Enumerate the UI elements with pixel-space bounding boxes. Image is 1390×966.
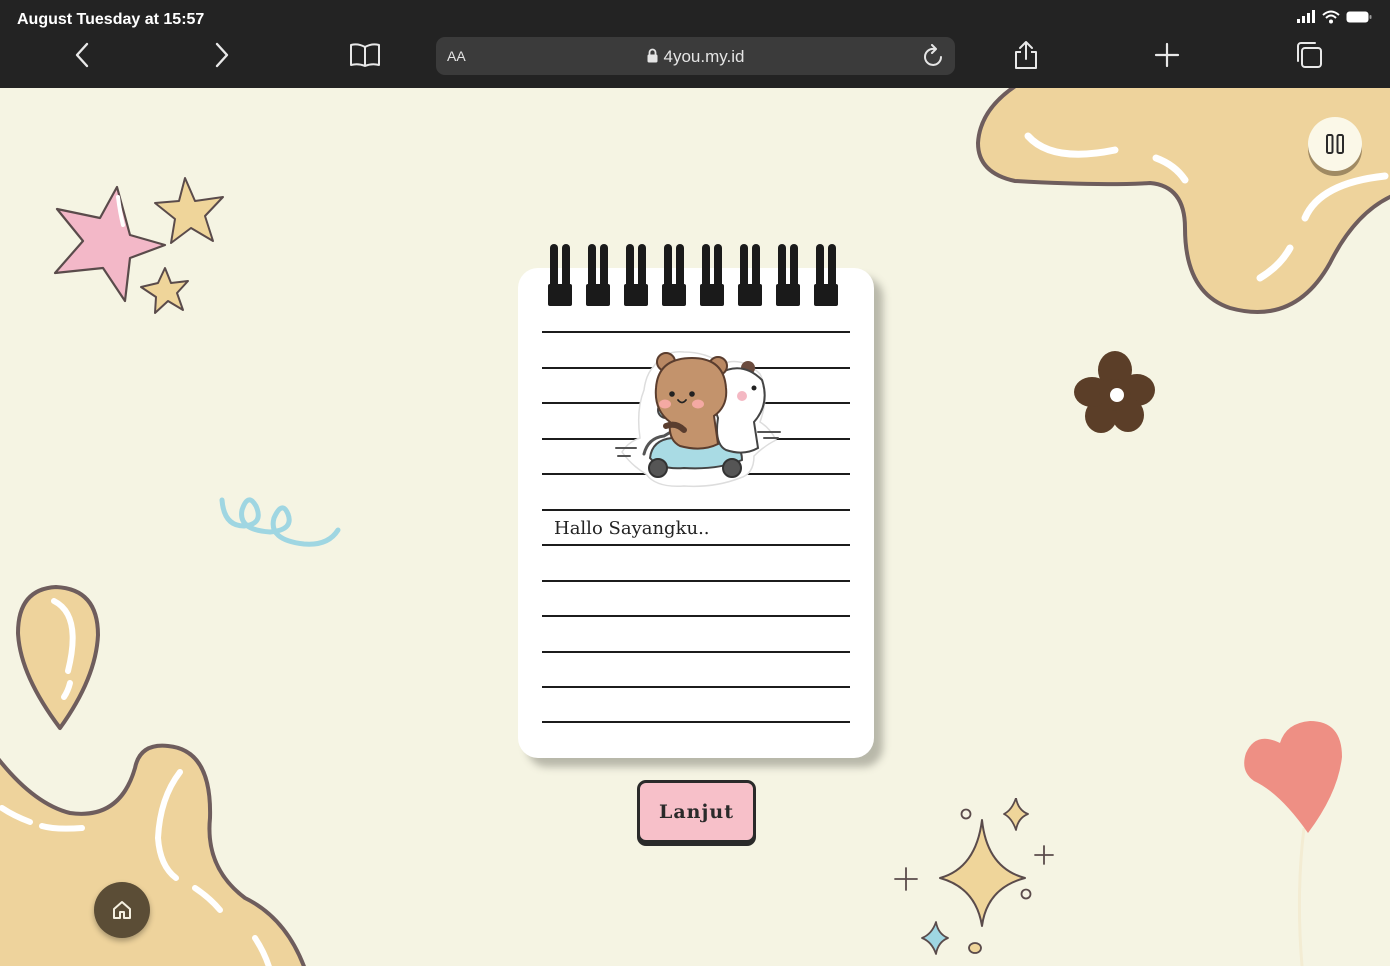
plus-icon — [1154, 42, 1180, 68]
flower-decoration — [1074, 351, 1155, 433]
greeting-text: Hallo Sayangku.. — [554, 518, 710, 539]
forward-button[interactable] — [205, 38, 239, 72]
notebook-lines — [542, 331, 850, 723]
sparkles-decoration — [894, 798, 1054, 955]
chevron-left-icon — [75, 42, 89, 68]
share-button[interactable] — [1009, 38, 1043, 72]
share-icon — [1015, 41, 1037, 69]
home-icon — [113, 901, 131, 919]
battery-icon — [1346, 11, 1372, 23]
pause-music-button[interactable] — [1308, 117, 1362, 171]
bookmarks-button[interactable] — [348, 38, 382, 72]
url-display[interactable]: 4you.my.id — [436, 47, 955, 67]
chevron-right-icon — [215, 42, 229, 68]
tabs-overview-button[interactable] — [1292, 38, 1326, 72]
page-content: Hallo Sayangku.. Lanjut — [0, 88, 1390, 966]
heart-balloon-decoration — [1244, 721, 1342, 966]
squiggle-decoration — [219, 497, 341, 547]
pause-icon — [1326, 134, 1344, 154]
stars-decoration — [53, 177, 224, 314]
bears-scooter-sticker — [615, 351, 781, 488]
wifi-icon — [1322, 10, 1340, 24]
home-button[interactable] — [94, 882, 150, 938]
signal-icon — [1297, 10, 1315, 23]
book-icon — [350, 43, 380, 67]
drop-decoration — [16, 585, 100, 730]
status-time: August Tuesday at 15:57 — [17, 11, 205, 28]
next-button[interactable]: Lanjut — [637, 780, 756, 843]
blob-decoration-bottom-left — [0, 743, 306, 966]
new-tab-button[interactable] — [1150, 38, 1184, 72]
reload-icon — [924, 44, 942, 66]
back-button[interactable] — [65, 38, 99, 72]
browser-toolbar: August Tuesday at 15:57 AA 4you.my.id — [0, 0, 1390, 88]
status-icons — [1296, 10, 1372, 24]
lock-icon — [647, 48, 658, 63]
notebook-card: Hallo Sayangku.. — [518, 244, 874, 758]
address-bar[interactable]: AA 4you.my.id — [436, 37, 955, 75]
tabs-icon — [1297, 42, 1322, 68]
url-text: 4you.my.id — [663, 47, 745, 66]
reload-button[interactable] — [921, 43, 947, 69]
